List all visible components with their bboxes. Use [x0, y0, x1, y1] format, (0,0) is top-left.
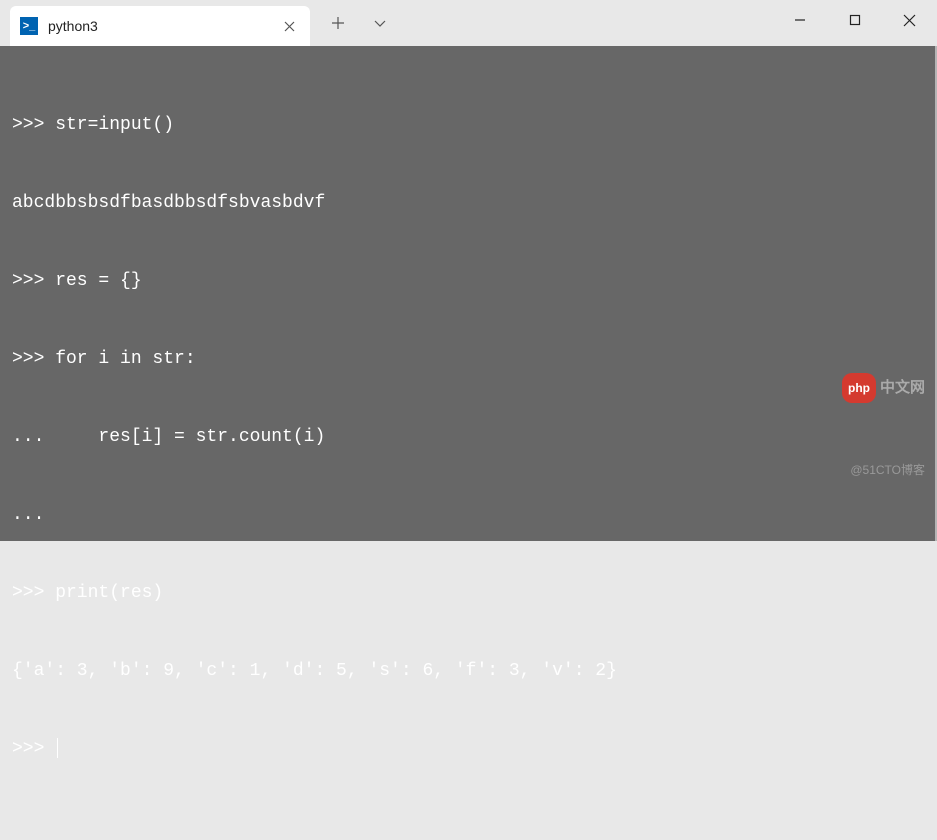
close-window-button[interactable]	[882, 0, 937, 40]
terminal-line: >>> res = {}	[12, 268, 923, 294]
terminal-pane[interactable]: >>> str=input() abcdbbsbsdfbasdbbsdfsbva…	[0, 46, 937, 541]
tab-title: python3	[48, 18, 268, 34]
terminal-prompt-line: >>>	[12, 736, 923, 762]
terminal-line: ...	[12, 502, 923, 528]
terminal-prompt: >>>	[12, 739, 55, 759]
terminal-line: ... res[i] = str.count(i)	[12, 424, 923, 450]
terminal-line: abcdbbsbsdfbasdbbsdfsbvasbdvf	[12, 190, 923, 216]
watermark-text-1: 中文网	[880, 375, 925, 401]
terminal-line: >>> str=input()	[12, 112, 923, 138]
window-controls	[772, 0, 937, 40]
new-tab-button[interactable]	[318, 3, 358, 43]
minimize-button[interactable]	[772, 0, 827, 40]
watermark-badge: php	[842, 373, 876, 403]
watermark-text-2: @51CTO博客	[842, 457, 925, 483]
terminal-line: >>> print(res)	[12, 580, 923, 606]
terminal-cursor	[57, 738, 58, 758]
titlebar: >_ python3	[0, 0, 937, 46]
maximize-button[interactable]	[827, 0, 882, 40]
terminal-line: {'a': 3, 'b': 9, 'c': 1, 'd': 5, 's': 6,…	[12, 658, 923, 684]
tab-dropdown-button[interactable]	[360, 3, 400, 43]
powershell-icon: >_	[20, 17, 38, 35]
tab-python3[interactable]: >_ python3	[10, 6, 310, 46]
tab-close-button[interactable]	[278, 15, 300, 37]
titlebar-actions	[318, 0, 400, 46]
terminal-line: >>> for i in str:	[12, 346, 923, 372]
